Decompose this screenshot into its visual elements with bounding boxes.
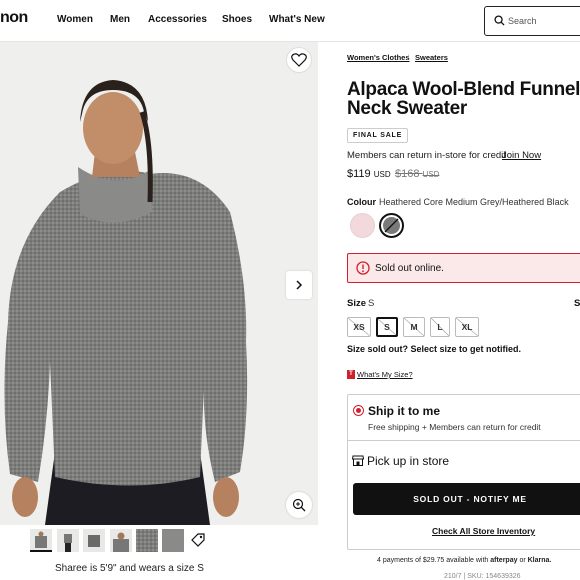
product-title: Alpaca Wool-Blend Funnel- Neck Sweater (347, 80, 580, 118)
thumbnail-4[interactable] (110, 529, 132, 552)
notify-me-button[interactable]: SOLD OUT - NOTIFY ME (353, 483, 580, 515)
nav-accessories[interactable]: Accessories (148, 14, 207, 25)
size-option-xs[interactable]: XS (347, 317, 371, 337)
ship-it-subtitle: Free shipping + Members can return for c… (368, 422, 541, 432)
whats-my-size-link[interactable]: What's My Size? (357, 370, 413, 379)
nav-whats-new[interactable]: What's New (269, 14, 325, 25)
price-tag-icon[interactable] (190, 532, 206, 553)
original-price-currency: USD (422, 170, 440, 179)
zoom-in-icon (292, 498, 306, 512)
sale-price-value: $119 (347, 168, 371, 180)
thumbnail-2[interactable] (57, 529, 79, 552)
product-title-line-1: Alpaca Wool-Blend Funnel- (347, 79, 580, 100)
search-placeholder: Search (508, 16, 537, 26)
thumbnail-3[interactable] (83, 529, 105, 552)
product-title-line-2: Neck Sweater (347, 98, 467, 119)
payment-installments-text: 4 payments of $29.75 available with (377, 557, 489, 564)
next-image-button[interactable] (286, 271, 312, 299)
breadcrumb-sweaters[interactable]: Sweaters (415, 53, 448, 62)
heart-icon (291, 53, 307, 67)
nav-men[interactable]: Men (110, 14, 130, 25)
sale-price: $119 USD (347, 168, 391, 180)
colour-name: Heathered Core Medium Grey/Heathered Bla… (379, 197, 569, 207)
site-header: non Women Men Accessories Shoes What's N… (0, 0, 580, 42)
sold-out-message: Sold out online. (375, 263, 444, 274)
breadcrumb-womens-clothes[interactable]: Women's Clothes (347, 53, 410, 62)
size-option-l[interactable]: L (430, 317, 450, 337)
nav-shoes[interactable]: Shoes (222, 14, 252, 25)
zoom-button[interactable] (286, 492, 312, 518)
join-now-link[interactable]: Join Now (502, 150, 541, 161)
fit-tool-badge-icon: T (347, 370, 355, 379)
swatch-grey-heather[interactable] (379, 213, 404, 238)
chevron-right-icon (296, 280, 303, 290)
payment-options-line: 4 payments of $29.75 available with afte… (377, 557, 551, 564)
colour-label: Colour (347, 197, 376, 207)
size-guide-link[interactable]: S (574, 298, 580, 309)
model-wearing-sweater-illustration (0, 42, 318, 525)
breadcrumb-separator: / (407, 53, 410, 62)
sale-price-currency: USD (373, 170, 391, 179)
swatch-pink-heather[interactable] (350, 213, 375, 238)
search-input[interactable]: Search (484, 6, 580, 36)
size-label: Size (347, 298, 367, 309)
payment-or-text: or (519, 557, 526, 564)
search-icon (494, 15, 505, 26)
final-sale-badge: FINAL SALE (347, 128, 409, 143)
alert-circle-icon (356, 261, 370, 275)
thumbnail-1[interactable] (30, 529, 52, 552)
size-option-m[interactable]: M (403, 317, 425, 337)
original-price: $168 USD (395, 168, 439, 180)
afterpay-logo[interactable]: afterpay (490, 557, 517, 564)
size-sold-out-note: Size sold out? Select size to get notifi… (347, 344, 522, 354)
wishlist-heart-button[interactable] (286, 47, 312, 73)
members-return-text: Members can return in-store for credit (347, 150, 506, 161)
size-selected-value: S (368, 298, 375, 309)
nav-women[interactable]: Women (57, 14, 93, 25)
original-price-value: $168 (395, 168, 420, 180)
model-size-caption: Sharee is 5'9" and wears a size S (55, 563, 204, 574)
size-option-s[interactable]: S (376, 317, 398, 337)
thumbnail-5[interactable] (136, 529, 158, 552)
site-logo[interactable]: non (0, 9, 28, 27)
klarna-logo[interactable]: Klarna. (528, 557, 552, 564)
check-store-inventory-link[interactable]: Check All Store Inventory (432, 526, 535, 536)
size-option-xl[interactable]: XL (455, 317, 479, 337)
sold-out-alert: Sold out online. (347, 253, 580, 283)
store-icon (352, 455, 364, 466)
product-main-image[interactable] (0, 42, 318, 525)
thumbnail-6[interactable] (162, 529, 184, 552)
sku-text: 210/7 | SKU: 154639326 (444, 573, 521, 580)
ship-it-title: Ship it to me (368, 404, 440, 418)
pickup-title: Pick up in store (367, 454, 450, 468)
swatch-grey-heather-fill (383, 217, 400, 234)
ship-radio-selected[interactable] (353, 405, 364, 416)
